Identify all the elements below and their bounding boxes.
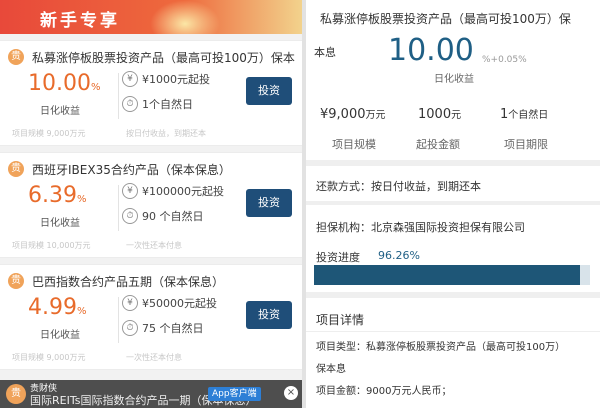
detail-rate-bonus: %+0.05% [482, 55, 527, 65]
yuan-icon: ¥ [122, 183, 138, 199]
product-rate: 10.00% [28, 71, 101, 96]
banner-title: 新手专享 [40, 11, 120, 31]
min-investment: ¥ ¥50000元起投 [122, 295, 217, 315]
section-divider [306, 201, 600, 205]
product-rate-label: 日化收益 [40, 218, 80, 229]
newbie-banner[interactable]: 新手专享 [0, 0, 306, 34]
yuan-icon: ¥ [122, 71, 138, 87]
section-divider [306, 160, 600, 166]
detail-rate-label: 日化收益 [434, 74, 474, 85]
product-logo-icon: 贵 [8, 49, 24, 65]
min-investment-label: 起投金额 [416, 138, 460, 151]
progress-label: 投资进度 [316, 251, 360, 264]
term-label: 项目期限 [504, 138, 548, 151]
progress-fill [314, 265, 580, 285]
term-value: 1个自然日 [500, 107, 549, 122]
detail-rate: 10.00 [388, 33, 474, 68]
product-detail-panel: 私募涨停板股票投资产品（最高可投100万）保 本息 10.00 %+0.05% … [306, 0, 600, 408]
progress-bar [314, 265, 590, 285]
clock-icon: ⏱ [122, 208, 138, 224]
min-investment: ¥ ¥1000元起投 [122, 71, 210, 91]
product-card[interactable]: 贵 私募涨停板股票投资产品（最高可投100万）保本 10.00% 日化收益 ¥ ¥… [0, 40, 302, 146]
clock-icon: ⏱ [122, 96, 138, 112]
divider [306, 331, 600, 332]
detail-title-continued: 本息 [314, 46, 336, 59]
product-list-panel: 新手专享 贵 私募涨停板股票投资产品（最高可投100万）保本 10.00% 日化… [0, 0, 306, 408]
guarantor: 担保机构：北京森强国际投资担保有限公司 [316, 221, 525, 234]
invest-button[interactable]: 投资 [246, 189, 292, 217]
project-amount: 项目金额：9000万元人民币； [316, 386, 452, 397]
product-title[interactable]: 西班牙IBEX35合约产品（保本保息） [32, 161, 231, 178]
divider [118, 185, 119, 231]
repayment-note: 按日付收益，到期还本 [126, 129, 206, 138]
project-type-continued: 保本息 [316, 364, 346, 375]
invest-button[interactable]: 投资 [246, 77, 292, 105]
repayment-method: 还款方式：按日付收益，到期还本 [316, 180, 481, 193]
divider [118, 73, 119, 119]
product-title[interactable]: 巴西指数合约产品五期（保本保息） [32, 273, 224, 290]
repayment-note: 一次性还本付息 [126, 241, 182, 250]
yuan-icon: ¥ [122, 295, 138, 311]
project-scale-label: 项目规模 [332, 138, 376, 151]
min-investment: ¥ ¥100000元起投 [122, 183, 224, 203]
section-divider [306, 292, 600, 298]
app-logo-icon: 贵 [6, 384, 26, 404]
project-scale-value: ¥9,000万元 [320, 107, 386, 122]
divider [118, 297, 119, 343]
project-type: 项目类型：私募涨停板股票投资产品（最高可投100万） [316, 342, 566, 353]
product-rate: 4.99% [28, 295, 87, 320]
app-download-bar[interactable]: 贵 贵财侠 国际REITs国际指数合约产品一期（保本保息） App客户端 × [0, 380, 302, 408]
invest-button[interactable]: 投资 [246, 301, 292, 329]
repayment-note: 一次性还本付息 [126, 353, 182, 362]
term: ⏱ 75 个自然日 [122, 320, 204, 340]
progress-value: 96.26% [378, 249, 420, 262]
term: ⏱ 1个自然日 [122, 96, 193, 116]
min-investment-value: 1000元 [418, 107, 462, 122]
product-logo-icon: 贵 [8, 273, 24, 289]
product-card[interactable]: 贵 巴西指数合约产品五期（保本保息） 4.99% 日化收益 ¥ ¥50000元起投… [0, 264, 302, 370]
clock-icon: ⏱ [122, 320, 138, 336]
app-client-button[interactable]: App客户端 [208, 387, 261, 401]
product-card[interactable]: 贵 西班牙IBEX35合约产品（保本保息） 6.39% 日化收益 ¥ ¥10000… [0, 152, 302, 258]
project-scale-note: 项目规模 9,000万元 [12, 129, 86, 138]
project-scale-note: 项目规模 10,000万元 [12, 241, 91, 250]
product-title[interactable]: 私募涨停板股票投资产品（最高可投100万）保本 [32, 49, 295, 66]
product-logo-icon: 贵 [8, 161, 24, 177]
product-rate: 6.39% [28, 183, 87, 208]
project-details-heading: 项目详情 [316, 313, 365, 327]
project-scale-note: 项目规模 9,000万元 [12, 353, 86, 362]
product-rate-label: 日化收益 [40, 330, 80, 341]
term: ⏱ 90 个自然日 [122, 208, 204, 228]
gift-decoration-icon [150, 0, 220, 34]
detail-title: 私募涨停板股票投资产品（最高可投100万）保 [320, 12, 571, 26]
close-icon[interactable]: × [284, 386, 298, 400]
product-rate-label: 日化收益 [40, 106, 80, 117]
